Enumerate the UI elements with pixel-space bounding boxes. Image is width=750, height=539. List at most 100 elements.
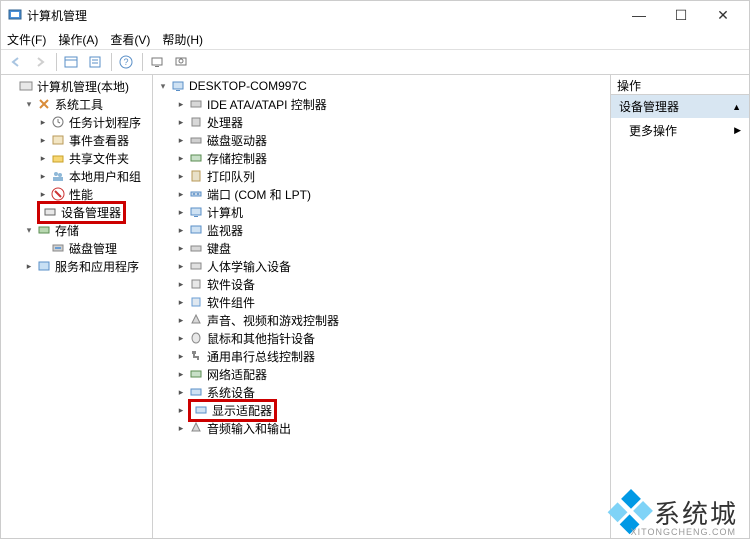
back-button[interactable] [5, 51, 27, 73]
device-item[interactable]: 磁盘驱动器 [171, 131, 610, 149]
event-icon [50, 132, 66, 148]
expand-icon[interactable] [175, 296, 187, 308]
expand-icon[interactable] [175, 134, 187, 146]
expand-icon[interactable] [37, 116, 49, 128]
expand-icon[interactable] [37, 134, 49, 146]
device-item[interactable]: 端口 (COM 和 LPT) [171, 185, 610, 203]
more-actions[interactable]: 更多操作 ▶ [611, 118, 749, 143]
device-icon [188, 312, 204, 328]
tree-services-apps[interactable]: 服务和应用程序 [19, 257, 152, 275]
toolbar-separator [111, 53, 112, 71]
device-icon [188, 204, 204, 220]
computer-icon [170, 78, 186, 94]
expand-icon[interactable] [37, 170, 49, 182]
menu-action[interactable]: 操作(A) [58, 31, 98, 48]
left-navigation-pane: 计算机管理(本地) 系统工具 任务计划程序 [1, 75, 153, 538]
tree-root-computer-management[interactable]: 计算机管理(本地) [1, 77, 152, 95]
tree-system-tools[interactable]: 系统工具 [19, 95, 152, 113]
watermark-url: XITONGCHENG.COM [631, 527, 736, 537]
scan-button[interactable] [170, 51, 192, 73]
device-item[interactable]: 打印队列 [171, 167, 610, 185]
expand-icon[interactable] [37, 188, 49, 200]
toolbar: ? [1, 49, 749, 75]
collapse-icon[interactable]: ▲ [732, 102, 741, 112]
computer-icon[interactable] [146, 51, 168, 73]
device-item[interactable]: 人体学输入设备 [171, 257, 610, 275]
expand-icon[interactable] [23, 98, 35, 110]
device-item[interactable]: 存储控制器 [171, 149, 610, 167]
toolbar-separator [56, 53, 57, 71]
device-item[interactable]: 键盘 [171, 239, 610, 257]
tree-disk-management[interactable]: 磁盘管理 [33, 239, 152, 257]
expand-icon[interactable] [175, 224, 187, 236]
app-icon [7, 7, 23, 23]
device-item[interactable]: 监视器 [171, 221, 610, 239]
device-item[interactable]: 通用串行总线控制器 [171, 347, 610, 365]
tree-event-viewer[interactable]: 事件查看器 [33, 131, 152, 149]
device-item[interactable]: 计算机 [171, 203, 610, 221]
clock-icon [50, 114, 66, 130]
device-icon [188, 186, 204, 202]
expand-icon[interactable] [175, 152, 187, 164]
device-item[interactable]: 软件设备 [171, 275, 610, 293]
expand-icon[interactable] [175, 422, 187, 434]
chevron-right-icon: ▶ [734, 125, 741, 136]
close-button[interactable]: ✕ [703, 2, 743, 28]
expand-icon[interactable] [23, 224, 35, 236]
device-icon [188, 258, 204, 274]
help-button[interactable]: ? [115, 51, 137, 73]
view-button[interactable] [60, 51, 82, 73]
expand-icon[interactable] [23, 260, 35, 272]
device-icon [188, 222, 204, 238]
device-item[interactable]: 显示适配器 [171, 401, 610, 419]
expand-icon[interactable] [175, 278, 187, 290]
maximize-button[interactable]: ☐ [661, 2, 701, 28]
device-item[interactable]: 软件组件 [171, 293, 610, 311]
tools-icon [36, 96, 52, 112]
actions-title[interactable]: 设备管理器 ▲ [611, 95, 749, 118]
forward-button[interactable] [29, 51, 51, 73]
expand-icon[interactable] [175, 170, 187, 182]
expand-icon[interactable] [175, 350, 187, 362]
expand-icon[interactable] [175, 386, 187, 398]
svg-text:?: ? [123, 57, 128, 67]
properties-button[interactable] [84, 51, 106, 73]
expand-icon[interactable] [175, 206, 187, 218]
menu-view[interactable]: 查看(V) [110, 31, 150, 48]
device-icon [188, 330, 204, 346]
device-root[interactable]: DESKTOP-COM997C [153, 77, 610, 95]
expand-icon[interactable] [175, 368, 187, 380]
device-item[interactable]: 声音、视频和游戏控制器 [171, 311, 610, 329]
services-icon [36, 258, 52, 274]
expand-icon[interactable] [37, 152, 49, 164]
device-item[interactable]: 鼠标和其他指针设备 [171, 329, 610, 347]
expand-icon[interactable] [175, 116, 187, 128]
tree-task-scheduler[interactable]: 任务计划程序 [33, 113, 152, 131]
device-item[interactable]: 网络适配器 [171, 365, 610, 383]
tree-shared-folders[interactable]: 共享文件夹 [33, 149, 152, 167]
toolbar-separator [142, 53, 143, 71]
device-item[interactable]: 音频输入和输出 [171, 419, 610, 437]
menu-file[interactable]: 文件(F) [7, 31, 46, 48]
expand-icon[interactable] [175, 98, 187, 110]
device-icon [188, 348, 204, 364]
expand-icon[interactable] [175, 404, 187, 416]
device-item[interactable]: IDE ATA/ATAPI 控制器 [171, 95, 610, 113]
device-mgr-icon [42, 204, 58, 220]
menu-help[interactable]: 帮助(H) [162, 31, 203, 48]
device-icon [193, 402, 209, 418]
device-item[interactable]: 处理器 [171, 113, 610, 131]
expand-icon[interactable] [175, 260, 187, 272]
expand-icon[interactable] [175, 188, 187, 200]
tree-storage[interactable]: 存储 [19, 221, 152, 239]
window-title: 计算机管理 [27, 7, 619, 24]
storage-icon [36, 222, 52, 238]
expand-icon[interactable] [175, 242, 187, 254]
expand-icon[interactable] [157, 80, 169, 92]
tree-local-users[interactable]: 本地用户和组 [33, 167, 152, 185]
minimize-button[interactable]: — [619, 2, 659, 28]
device-icon [188, 96, 204, 112]
tree-device-manager[interactable]: 设备管理器 [33, 203, 152, 221]
expand-icon[interactable] [175, 332, 187, 344]
expand-icon[interactable] [175, 314, 187, 326]
